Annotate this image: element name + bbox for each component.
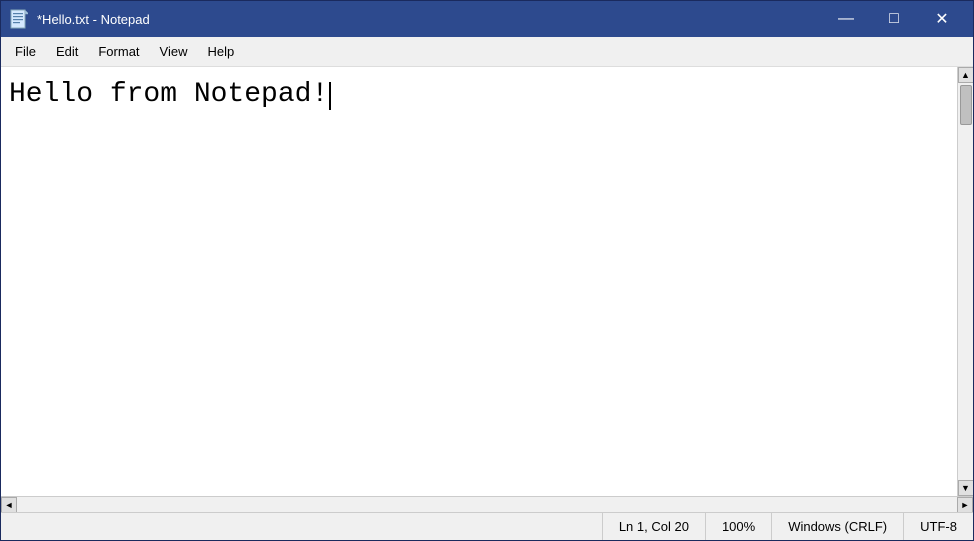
text-cursor bbox=[329, 82, 331, 110]
scroll-left-button[interactable]: ◄ bbox=[1, 497, 17, 513]
title-bar: *Hello.txt - Notepad — □ ✕ bbox=[1, 1, 973, 37]
scroll-down-button[interactable]: ▼ bbox=[958, 480, 974, 496]
menu-item-format[interactable]: Format bbox=[88, 40, 149, 63]
window-title: *Hello.txt - Notepad bbox=[37, 12, 150, 27]
notepad-window: *Hello.txt - Notepad — □ ✕ File Edit For… bbox=[0, 0, 974, 541]
scroll-track-y[interactable] bbox=[958, 83, 973, 480]
line-ending: Windows (CRLF) bbox=[771, 513, 903, 540]
scroll-up-button[interactable]: ▲ bbox=[958, 67, 974, 83]
scroll-right-button[interactable]: ► bbox=[957, 497, 973, 513]
maximize-button[interactable]: □ bbox=[871, 4, 917, 34]
vertical-scrollbar: ▲ ▼ bbox=[957, 67, 973, 496]
horizontal-scrollbar: ◄ ► bbox=[1, 496, 973, 512]
menu-item-file[interactable]: File bbox=[5, 40, 46, 63]
scroll-track-x[interactable] bbox=[17, 497, 957, 512]
zoom-level: 100% bbox=[705, 513, 771, 540]
editor-area: Hello from Notepad! bbox=[1, 67, 957, 496]
editor-container: Hello from Notepad! ▲ ▼ bbox=[1, 67, 973, 496]
menu-item-help[interactable]: Help bbox=[197, 40, 244, 63]
encoding: UTF-8 bbox=[903, 513, 973, 540]
notepad-app-icon bbox=[9, 9, 29, 29]
close-button[interactable]: ✕ bbox=[919, 4, 965, 34]
editor-text: Hello from Notepad! bbox=[9, 79, 328, 110]
bottom-area: ◄ ► Ln 1, Col 20 100% Windows (CRLF) UTF… bbox=[1, 496, 973, 540]
title-bar-controls: — □ ✕ bbox=[823, 4, 965, 34]
minimize-button[interactable]: — bbox=[823, 4, 869, 34]
status-bar: Ln 1, Col 20 100% Windows (CRLF) UTF-8 bbox=[1, 512, 973, 540]
scroll-thumb-y[interactable] bbox=[960, 85, 972, 125]
cursor-position: Ln 1, Col 20 bbox=[602, 513, 705, 540]
menu-item-edit[interactable]: Edit bbox=[46, 40, 88, 63]
title-bar-left: *Hello.txt - Notepad bbox=[9, 9, 150, 29]
menu-item-view[interactable]: View bbox=[150, 40, 198, 63]
menu-bar: File Edit Format View Help bbox=[1, 37, 973, 67]
text-editor[interactable]: Hello from Notepad! bbox=[1, 67, 957, 496]
